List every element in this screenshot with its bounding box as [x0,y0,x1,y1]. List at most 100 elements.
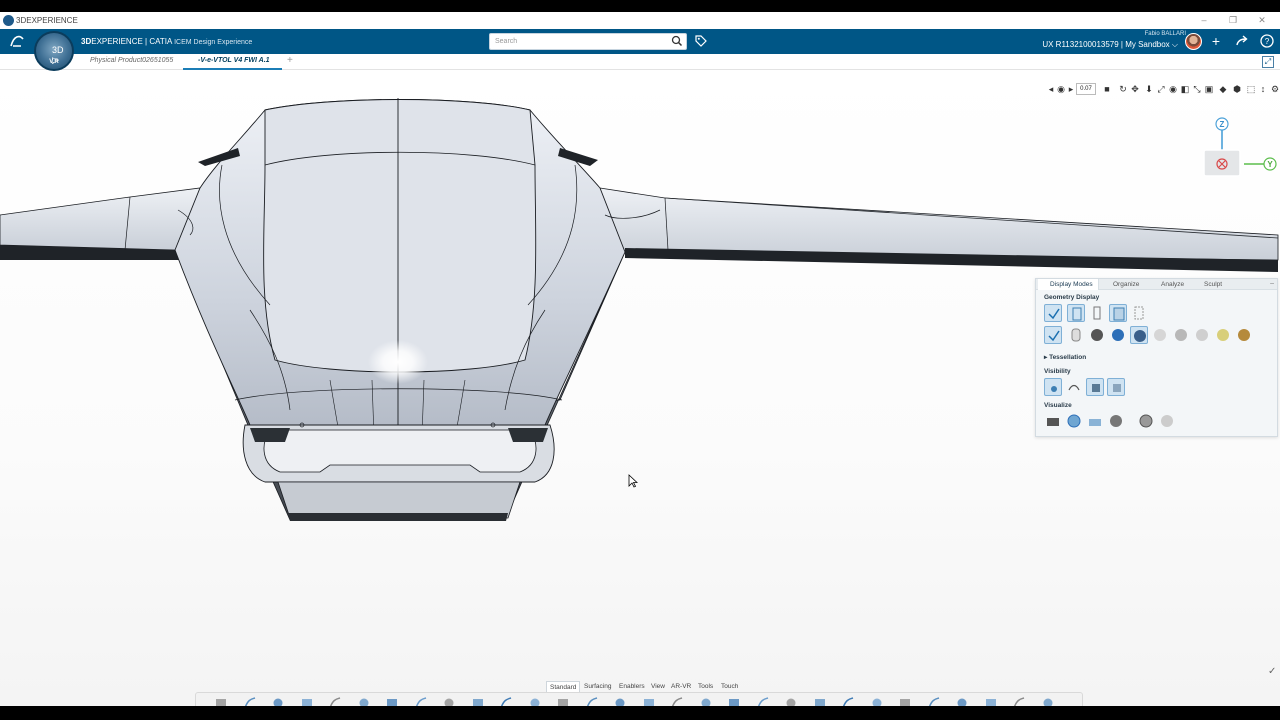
line-icon[interactable] [385,696,399,706]
show-icon[interactable] [1044,378,1062,396]
point-icon[interactable] [357,696,371,706]
close-button[interactable]: ✕ [1255,14,1269,26]
points-icon[interactable] [1088,304,1106,322]
blue-sphere-icon[interactable] [1109,326,1127,344]
share-icon[interactable] [1234,33,1250,49]
tab-sculpt[interactable]: Sculpt [1204,281,1222,288]
section-icon[interactable] [756,696,770,706]
sweep-icon[interactable] [556,696,570,706]
tab-view[interactable]: View [648,681,668,692]
analysis-icon[interactable] [841,696,855,706]
tag-icon[interactable] [693,33,709,49]
scissors-icon[interactable] [214,696,228,706]
tab-display-modes[interactable]: Display Modes [1050,281,1093,288]
axis-compass[interactable]: Z Y [1198,114,1280,184]
tab-touch[interactable]: Touch [718,681,741,692]
scene-icon[interactable] [1086,412,1104,430]
camera-icon[interactable]: ◉ [1056,83,1066,95]
edges-icon[interactable] [1067,304,1085,322]
compass-icon[interactable]: 3D ▷ V.R [34,31,74,71]
film-icon[interactable] [1044,412,1062,430]
fly-icon[interactable]: ⬇ [1144,83,1154,95]
copy-icon[interactable] [243,696,257,706]
arc-icon[interactable] [471,696,485,706]
undo-icon[interactable] [300,696,314,706]
tab-analyze[interactable]: Analyze [1161,281,1184,288]
search-icon[interactable] [670,34,684,48]
check-icon[interactable] [1044,326,1062,344]
lock-icon[interactable]: ■ [1102,83,1112,95]
avatar[interactable] [1185,33,1202,50]
tab-standard[interactable]: Standard [546,681,581,692]
add-tab-button[interactable]: + [287,55,293,66]
minimize-button[interactable]: – [1197,14,1211,26]
curve-icon[interactable] [414,696,428,706]
ds-logo-icon[interactable] [8,33,26,49]
view-previous-icon[interactable]: ◂ [1046,83,1056,95]
capture-icon[interactable] [1012,696,1026,706]
zoom-area-icon[interactable]: ⤡ [1192,83,1202,95]
surface-icon[interactable] [499,696,513,706]
zoom-value-field[interactable]: 0.07 [1076,83,1096,95]
pan-icon[interactable]: ✥ [1130,83,1140,95]
redo-icon[interactable] [328,696,342,706]
render-icon[interactable] [1158,412,1176,430]
cube-visible-icon[interactable] [1086,378,1104,396]
view-next-icon[interactable]: ▸ [1066,83,1076,95]
settings-gear-icon[interactable]: ⚙ [1270,83,1280,95]
tab-organize[interactable]: Organize [1113,281,1139,288]
cylinder-icon[interactable] [1067,326,1085,344]
search-input[interactable]: Search [489,33,687,50]
split-icon[interactable] [699,696,713,706]
spline-icon[interactable] [442,696,456,706]
gold-sphere-icon[interactable] [1214,326,1232,344]
first-icon[interactable] [870,696,884,706]
maximize-viewer-icon[interactable]: ⤢ [1262,56,1274,68]
blend-icon[interactable] [613,696,627,706]
help-icon[interactable]: ? [1259,33,1275,49]
grey-sphere-icon[interactable] [1151,326,1169,344]
extrude-icon[interactable] [528,696,542,706]
last-icon[interactable] [898,696,912,706]
sphere-icon[interactable] [1107,412,1125,430]
silver-sphere-icon[interactable] [1172,326,1190,344]
surfaces-icon[interactable] [1109,304,1127,322]
section-tessellation[interactable]: ▸ Tessellation [1044,353,1086,361]
bronze-sphere-icon[interactable] [1235,326,1253,344]
dark-sphere-icon[interactable] [1088,326,1106,344]
tab-enablers[interactable]: Enablers [616,681,648,692]
settings-sphere-icon[interactable] [1137,412,1155,430]
look-at-icon[interactable]: ◉ [1168,83,1178,95]
table-icon[interactable] [813,696,827,706]
tab-tools[interactable]: Tools [695,681,716,692]
iso-view-icon[interactable]: ◆ [1218,83,1228,95]
hide-icon[interactable] [1065,378,1083,396]
offset-icon[interactable] [642,696,656,706]
globe-icon[interactable] [1065,412,1083,430]
paste-icon[interactable] [271,696,285,706]
quick-view-icon[interactable]: ▣ [1204,83,1214,95]
white-sphere-icon[interactable] [1193,326,1211,344]
fit-all-icon[interactable]: ⤢ [1156,83,1166,95]
tab-vtol[interactable]: -V-e-VTOL V4 FWI A.1 [198,57,270,64]
add-icon[interactable]: + [1208,33,1224,49]
normal-view-icon[interactable]: ◧ [1180,83,1190,95]
move-icon[interactable] [955,696,969,706]
display-mode-icon[interactable]: ⬢ [1232,83,1242,95]
blue-shaded-icon[interactable] [1130,326,1148,344]
tab-physical-product[interactable]: Physical Product02651055 [90,57,173,64]
tab-surfacing[interactable]: Surfacing [581,681,614,692]
measure-icon[interactable] [727,696,741,706]
mesh-icon[interactable] [1130,304,1148,322]
align-icon[interactable] [984,696,998,706]
export-icon[interactable] [1041,696,1055,706]
navigation-icon[interactable]: ↕ [1258,83,1268,95]
panel-collapse-icon[interactable]: – [1270,280,1274,287]
fillet-icon[interactable] [585,696,599,706]
rotate-icon[interactable]: ↻ [1118,83,1128,95]
restore-button[interactable]: ❐ [1226,14,1240,26]
swap-icon[interactable] [1107,378,1125,396]
snapshot-icon[interactable] [927,696,941,706]
text-icon[interactable] [784,696,798,706]
3d-viewport[interactable]: ◂ ◉ ▸ 0.07 ■ ↻ ✥ ⬇ ⤢ ◉ ◧ ⤡ ▣ ◆ ⬢ ⬚ ↕ ⚙ Z [0,70,1280,706]
